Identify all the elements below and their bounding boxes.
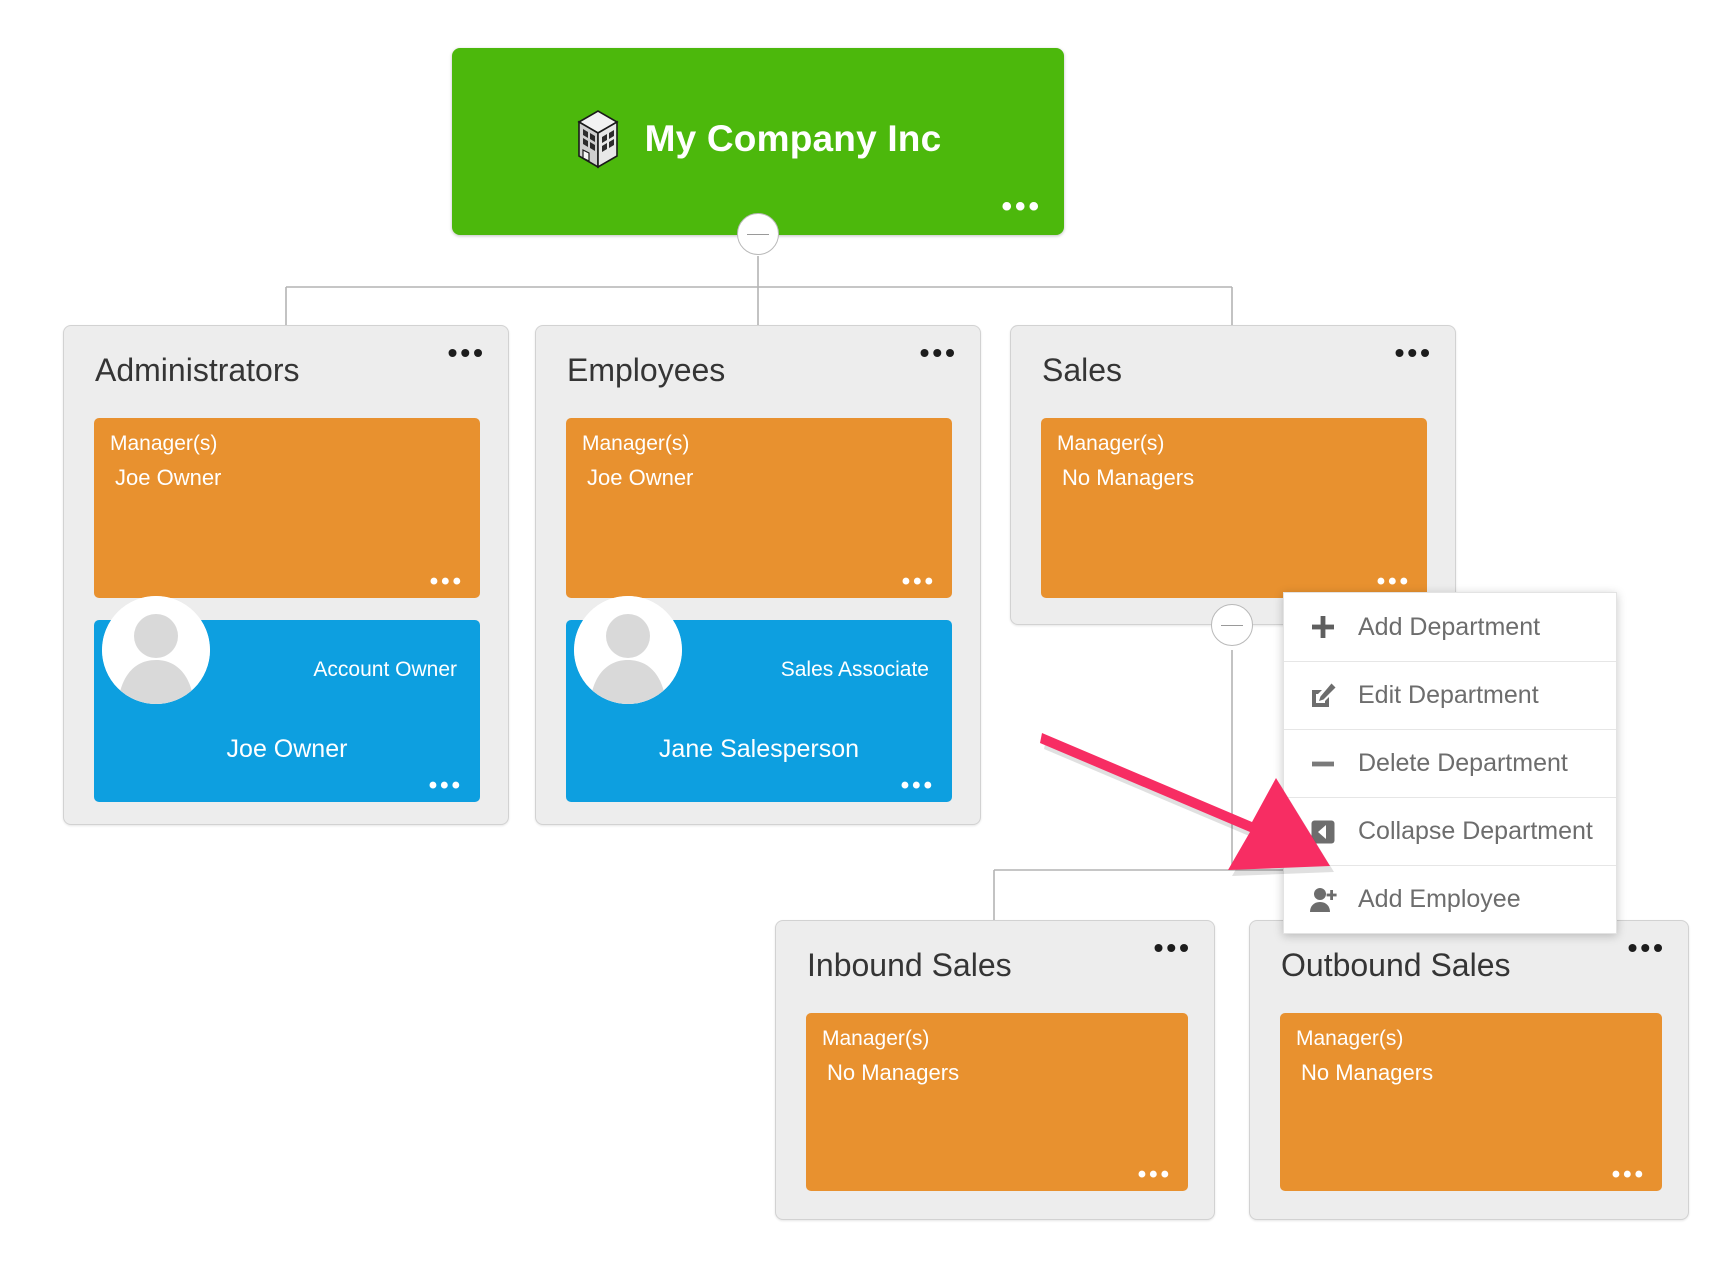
department-options-icon[interactable]: ••• (448, 339, 486, 367)
manager-block[interactable]: Manager(s) Joe Owner ••• (566, 418, 952, 598)
manager-options-icon[interactable]: ••• (1377, 570, 1411, 594)
menu-item-delete-department[interactable]: Delete Department (1284, 729, 1616, 797)
edit-pencil-icon (1306, 679, 1340, 713)
managers-heading: Manager(s) (822, 1027, 930, 1050)
department-options-icon[interactable]: ••• (920, 339, 958, 367)
employee-name: Joe Owner (226, 735, 348, 763)
managers-heading: Manager(s) (1057, 432, 1165, 455)
menu-item-label: Delete Department (1358, 749, 1568, 777)
department-options-icon[interactable]: ••• (1628, 934, 1666, 962)
company-name: My Company Inc (644, 117, 942, 159)
company-collapse-handle[interactable] (737, 213, 779, 255)
menu-item-label: Add Employee (1358, 885, 1521, 913)
employee-card[interactable]: Account Owner Joe Owner ••• (94, 596, 480, 802)
menu-item-label: Add Department (1358, 612, 1541, 641)
manager-options-icon[interactable]: ••• (1612, 1163, 1646, 1187)
department-options-icon[interactable]: ••• (1395, 339, 1433, 367)
department-card-administrators[interactable]: Administrators ••• Manager(s) Joe Owner … (63, 325, 509, 825)
plus-icon (1306, 610, 1340, 644)
department-title: Employees (567, 352, 726, 388)
managers-heading: Manager(s) (1296, 1027, 1404, 1050)
manager-block[interactable]: Manager(s) Joe Owner ••• (94, 418, 480, 598)
department-card-employees[interactable]: Employees ••• Manager(s) Joe Owner ••• S… (535, 325, 981, 825)
department-card-inbound-sales[interactable]: Inbound Sales ••• Manager(s) No Managers… (775, 920, 1215, 1220)
add-person-icon (1306, 883, 1340, 917)
employee-options-icon[interactable]: ••• (901, 774, 935, 798)
sales-collapse-handle[interactable] (1211, 604, 1253, 646)
manager-options-icon[interactable]: ••• (902, 570, 936, 594)
manager-block[interactable]: Manager(s) No Managers ••• (806, 1013, 1188, 1191)
department-card-sales[interactable]: Sales ••• Manager(s) No Managers ••• (1010, 325, 1456, 625)
managers-heading: Manager(s) (110, 432, 218, 455)
menu-item-label: Edit Department (1358, 681, 1539, 709)
department-title: Inbound Sales (807, 947, 1012, 983)
manager-block[interactable]: Manager(s) No Managers ••• (1280, 1013, 1662, 1191)
managers-heading: Manager(s) (582, 432, 690, 455)
menu-item-add-department[interactable]: Add Department (1284, 593, 1616, 661)
minus-icon (1306, 747, 1340, 781)
department-card-outbound-sales[interactable]: Outbound Sales ••• Manager(s) No Manager… (1249, 920, 1689, 1220)
collapse-left-icon (1306, 815, 1340, 849)
manager-options-icon[interactable]: ••• (1138, 1163, 1172, 1187)
menu-item-collapse-department[interactable]: Collapse Department (1284, 797, 1616, 865)
company-node-content: My Company Inc (452, 48, 1064, 235)
manager-block[interactable]: Manager(s) No Managers ••• (1041, 418, 1427, 598)
employee-name: Jane Salesperson (658, 735, 860, 763)
org-chart-canvas: My Company Inc ••• Administrators ••• Ma… (0, 0, 1736, 1262)
menu-item-edit-department[interactable]: Edit Department (1284, 661, 1616, 729)
building-icon (576, 109, 619, 168)
department-title: Sales (1042, 352, 1123, 388)
manager-name: Joe Owner (115, 465, 222, 490)
employee-card[interactable]: Sales Associate Jane Salesperson ••• (566, 596, 952, 802)
person-avatar-icon (102, 596, 210, 704)
manager-name: No Managers (827, 1060, 960, 1085)
manager-name: No Managers (1062, 465, 1195, 490)
menu-item-label: Collapse Department (1358, 817, 1593, 845)
person-avatar-icon (574, 596, 682, 704)
employee-options-icon[interactable]: ••• (429, 774, 463, 798)
department-title: Outbound Sales (1281, 947, 1511, 983)
company-node[interactable]: My Company Inc ••• (452, 48, 1064, 235)
manager-name: No Managers (1301, 1060, 1434, 1085)
employee-role: Account Owner (313, 658, 457, 681)
menu-item-add-employee[interactable]: Add Employee (1284, 865, 1616, 933)
department-title: Administrators (95, 352, 300, 388)
department-options-icon[interactable]: ••• (1154, 934, 1192, 962)
company-options-icon[interactable]: ••• (1001, 192, 1042, 222)
manager-name: Joe Owner (587, 465, 694, 490)
employee-role: Sales Associate (780, 658, 929, 681)
manager-options-icon[interactable]: ••• (430, 570, 464, 594)
department-context-menu[interactable]: Add Department Edit Department Delete De… (1283, 592, 1617, 934)
